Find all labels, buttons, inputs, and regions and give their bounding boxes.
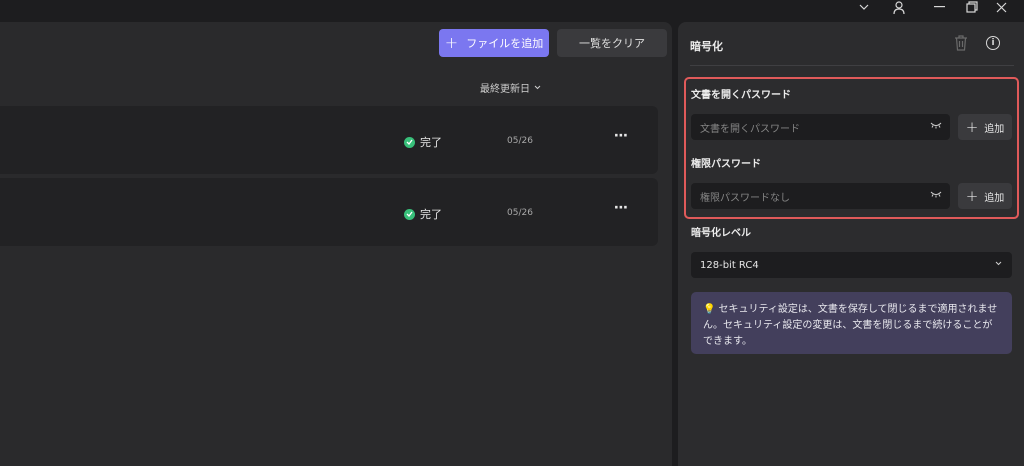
panel-title: 暗号化 xyxy=(690,40,723,53)
security-notice: 💡 セキュリティ設定は、文書を保存して閉じるまで適用されません。セキュリティ設定の… xyxy=(691,292,1012,354)
table-row[interactable]: 完了 05/26 ⋯ xyxy=(0,106,658,174)
file-list-panel: + ファイルを追加 一覧をクリア 最終更新日 完了 05/26 ⋯ 完了 05/… xyxy=(0,22,672,466)
status-text: 完了 xyxy=(420,136,442,149)
lightbulb-icon: 💡 xyxy=(703,304,716,315)
encryption-panel: 暗号化 i 文書を開くパスワード 文書を開くパスワード + 追加 権限パスワード… xyxy=(678,22,1024,466)
trash-icon[interactable] xyxy=(954,35,968,55)
check-circle-icon xyxy=(404,208,415,220)
modified-date: 05/26 xyxy=(507,136,533,146)
plus-icon: + xyxy=(965,186,979,205)
open-password-label: 文書を開くパスワード xyxy=(691,90,791,101)
permission-password-input[interactable]: 権限パスワードなし xyxy=(691,183,950,209)
open-password-placeholder: 文書を開くパスワード xyxy=(700,123,800,135)
modified-date: 05/26 xyxy=(507,208,533,218)
status-badge: 完了 xyxy=(404,134,442,150)
minimize-icon[interactable] xyxy=(924,0,954,14)
sort-by-modified-button[interactable]: 最終更新日 xyxy=(480,80,541,95)
title-bar xyxy=(0,0,1024,22)
permission-password-placeholder: 権限パスワードなし xyxy=(700,192,790,204)
close-icon[interactable] xyxy=(986,0,1016,14)
notice-text: セキュリティ設定は、文書を保存して閉じるまで適用されません。セキュリティ設定の変… xyxy=(703,304,998,347)
more-options-icon[interactable]: ⋯ xyxy=(614,200,629,216)
status-badge: 完了 xyxy=(404,206,442,222)
encryption-level-label: 暗号化レベル xyxy=(691,228,751,239)
clear-list-label: 一覧をクリア xyxy=(579,37,645,50)
chevron-down-icon xyxy=(534,85,541,90)
table-row[interactable]: 完了 05/26 ⋯ xyxy=(0,178,658,246)
divider xyxy=(690,65,1014,66)
info-icon[interactable]: i xyxy=(986,36,1000,50)
add-file-button[interactable]: + ファイルを追加 xyxy=(439,29,549,57)
eye-closed-icon[interactable] xyxy=(930,122,942,129)
eye-closed-icon[interactable] xyxy=(930,191,942,198)
encryption-level-select[interactable]: 128-bit RC4 xyxy=(691,252,1012,278)
add-label: 追加 xyxy=(984,123,1005,135)
clear-list-button[interactable]: 一覧をクリア xyxy=(557,29,667,57)
check-circle-icon xyxy=(404,136,415,148)
add-open-password-button[interactable]: + 追加 xyxy=(958,114,1012,140)
restore-icon[interactable] xyxy=(957,0,987,14)
more-options-icon[interactable]: ⋯ xyxy=(614,128,629,144)
chevron-down-icon xyxy=(995,261,1002,266)
add-file-label: ファイルを追加 xyxy=(466,37,544,50)
open-password-input[interactable]: 文書を開くパスワード xyxy=(691,114,950,140)
sort-label: 最終更新日 xyxy=(480,84,530,95)
plus-icon: + xyxy=(965,117,979,136)
add-label: 追加 xyxy=(984,192,1005,204)
user-icon[interactable] xyxy=(884,0,914,14)
encryption-level-value: 128-bit RC4 xyxy=(700,259,759,271)
permission-password-label: 権限パスワード xyxy=(691,159,761,170)
status-text: 完了 xyxy=(420,208,442,221)
plus-icon: + xyxy=(444,33,459,52)
chevron-down-icon[interactable] xyxy=(849,0,879,14)
add-permission-password-button[interactable]: + 追加 xyxy=(958,183,1012,209)
